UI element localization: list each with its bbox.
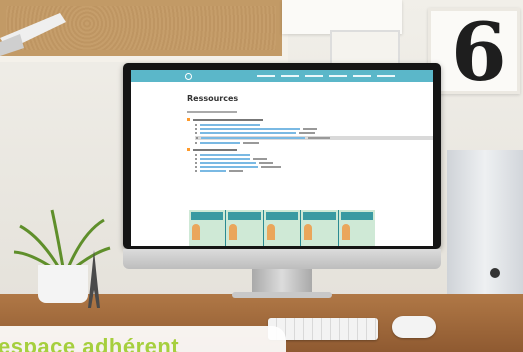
list-item[interactable]: [195, 170, 433, 172]
list-item[interactable]: [195, 124, 433, 126]
nav-link[interactable]: [305, 75, 323, 77]
nav-links: [257, 75, 395, 77]
nav-link[interactable]: [257, 75, 275, 77]
section-bullet-icon: [187, 118, 190, 121]
overlay-caption: espace adhérent: [0, 326, 286, 352]
monitor-chin: [123, 249, 441, 269]
site-logo-icon[interactable]: [185, 72, 192, 80]
page-title: Ressources: [187, 94, 239, 103]
list-item[interactable]: [195, 154, 433, 156]
monitor-screen: Ressources: [131, 70, 433, 246]
eiffel-tower-figurine: [88, 250, 100, 308]
nav-link[interactable]: [353, 75, 371, 77]
list-item[interactable]: [195, 128, 433, 130]
banner-panel: [189, 210, 226, 246]
binder-hole: [490, 268, 500, 278]
site-nav-bar: [131, 70, 433, 82]
frame-plus-signs: [282, 0, 402, 34]
nav-link[interactable]: [281, 75, 299, 77]
list-item[interactable]: [195, 162, 433, 164]
frame-numeral: 6: [428, 5, 520, 99]
infographic-banner[interactable]: [189, 210, 376, 246]
plant-pot: [38, 265, 88, 303]
list-item[interactable]: [195, 158, 433, 160]
monitor-foot: [232, 292, 332, 298]
banner-panel: [226, 210, 263, 246]
nav-link[interactable]: [329, 75, 347, 77]
frame-numeral-text: 6: [451, 5, 507, 99]
list-item[interactable]: [195, 132, 433, 134]
nav-link[interactable]: [377, 75, 395, 77]
section-heading: [187, 118, 433, 121]
banner-panel: [301, 210, 338, 246]
binders: [447, 150, 523, 310]
list-item[interactable]: [195, 142, 433, 144]
section-bullet-icon: [187, 148, 190, 151]
banner-panel: [263, 210, 301, 246]
list-item-highlighted[interactable]: [195, 136, 433, 140]
overlay-title: espace adhérent: [0, 334, 180, 352]
page-content: Ressources: [131, 82, 433, 172]
banner-panel: [338, 210, 376, 246]
list-item[interactable]: [195, 166, 433, 168]
desk-lamp: [0, 13, 66, 56]
intro-text: [187, 111, 237, 113]
section-heading: [187, 148, 433, 151]
mouse: [392, 316, 436, 338]
